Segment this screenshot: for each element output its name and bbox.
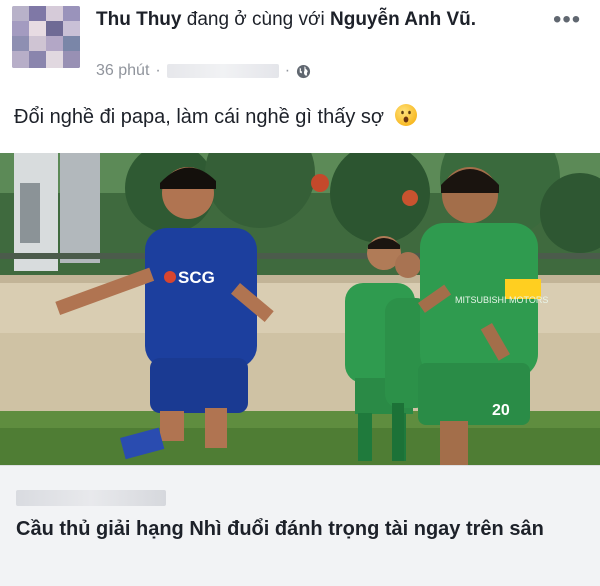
link-title[interactable]: Cầu thủ giải hạng Nhì đuổi đánh trọng tà…	[16, 516, 576, 543]
post-author-line: Thu Thuy đang ở cùng với Nguyễn Anh Vũ.	[96, 6, 536, 33]
redacted-location	[166, 64, 279, 78]
post-header: Thu Thuy đang ở cùng với Nguyễn Anh Vũ. …	[0, 0, 600, 95]
with-connector: đang ở cùng với	[186, 9, 325, 30]
post-message-text: Đổi nghề đi papa, làm cái nghề gì thấy s…	[14, 106, 385, 128]
redacted-link-source	[16, 490, 166, 506]
meta-separator: ·	[155, 62, 161, 79]
link-preview-card[interactable]: Cầu thủ giải hạng Nhì đuổi đánh trọng tà…	[0, 465, 600, 586]
svg-text:20: 20	[492, 402, 510, 419]
author-avatar[interactable]	[12, 6, 80, 68]
surprised-face-emoji	[394, 104, 417, 126]
football-match-photo: MITSUBISHI MOTORS 20 SCG	[0, 153, 600, 465]
meta-separator-2: ·	[284, 62, 291, 79]
author-name[interactable]: Thu Thuy	[96, 9, 181, 30]
tagged-person[interactable]: Nguyễn Anh Vũ.	[330, 9, 476, 30]
svg-text:MITSUBISHI MOTORS: MITSUBISHI MOTORS	[455, 295, 548, 305]
more-options-icon[interactable]: •••	[553, 8, 581, 32]
globe-icon[interactable]	[296, 64, 311, 79]
post-photo[interactable]: MITSUBISHI MOTORS 20 SCG	[0, 153, 600, 465]
svg-text:SCG: SCG	[178, 268, 215, 287]
post-timestamp[interactable]: 36 phút	[96, 62, 149, 80]
post-meta: 36 phút · ·	[96, 62, 311, 80]
post-message: Đổi nghề đi papa, làm cái nghề gì thấy s…	[14, 103, 418, 129]
